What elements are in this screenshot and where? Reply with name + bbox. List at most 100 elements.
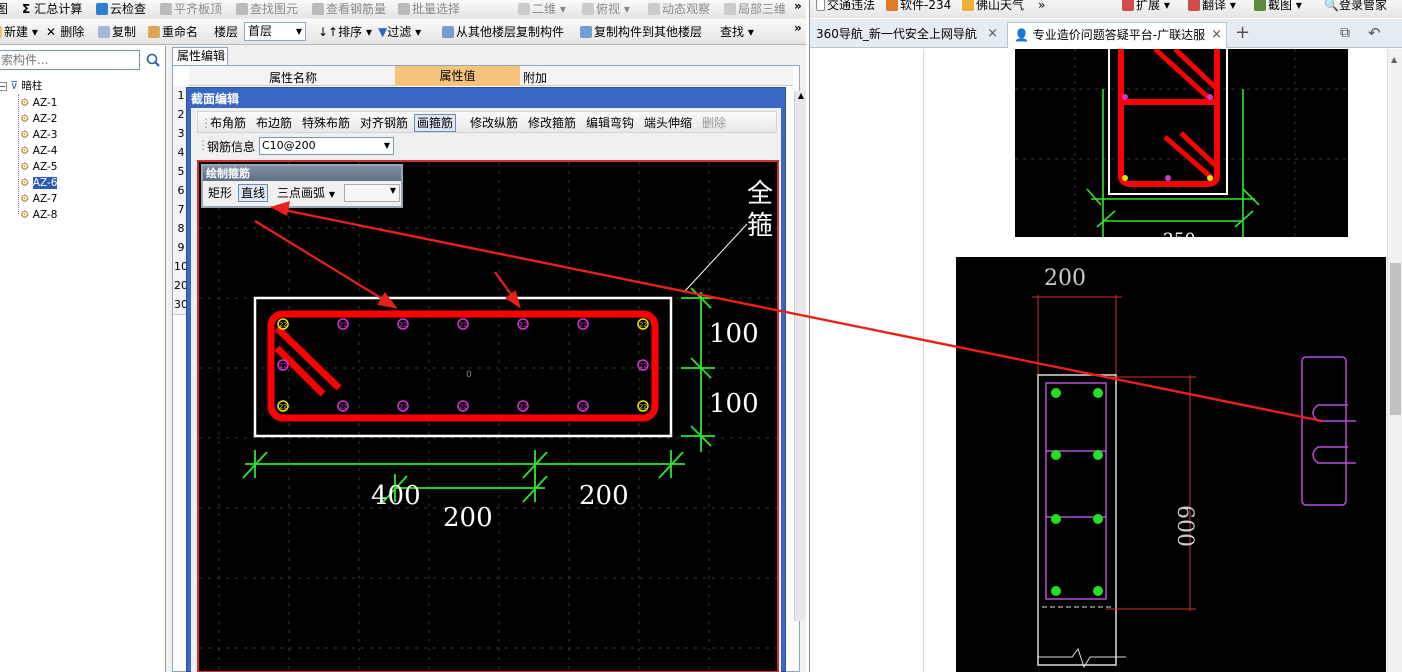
screenshot-button[interactable]: 截图 ▾ xyxy=(1254,0,1302,14)
arc-param-select[interactable]: ▼ xyxy=(344,184,400,202)
top-view-button[interactable]: 俯视 ▾ xyxy=(582,0,630,18)
close-icon[interactable]: × xyxy=(1207,23,1222,47)
tab-glodon-qa[interactable]: 👤 专业造价问题答疑平台-广联达服 × xyxy=(1007,22,1227,48)
tree-item-az-1[interactable]: ⚙ AZ-1 xyxy=(20,96,57,110)
cloud-check-button[interactable]: 云检查 xyxy=(96,0,146,18)
find-element-button[interactable]: 查找图元 xyxy=(236,0,298,18)
rebar-point-mark: 22 xyxy=(460,322,468,329)
more-favorites-icon[interactable]: » xyxy=(1038,0,1045,14)
summary-calc-button[interactable]: Σ 汇总计算 xyxy=(22,0,82,18)
three-point-arc-button[interactable]: 三点画弧 ▼ xyxy=(277,185,335,203)
image-2-drawing: 200 600 xyxy=(1032,266,1356,669)
find-button[interactable]: 查找 ▾ xyxy=(720,23,754,41)
3d-icon xyxy=(724,3,736,15)
image-2-dim-top: 200 xyxy=(1044,266,1086,291)
property-scrollbar[interactable]: ▲ xyxy=(794,91,806,621)
new-tab-icon[interactable]: + xyxy=(1235,22,1250,43)
2d-icon xyxy=(518,3,530,15)
new-button[interactable]: 新建 ▾ xyxy=(0,23,38,41)
special-rebar-button[interactable]: 特殊布筋 xyxy=(302,115,350,131)
sigma-icon: Σ xyxy=(22,2,35,16)
scroll-up-icon[interactable]: ▲ xyxy=(1391,55,1397,64)
section-edit-dialog: 截面编辑 ⋮ 布角筋 布边筋 特殊布筋 对齐钢筋 画箍筋 修改纵筋 修改箍筋 编… xyxy=(186,87,786,672)
copy-to-floor-button[interactable]: 复制构件到其他楼层 xyxy=(580,23,702,41)
corner-rebar-button[interactable]: 布角筋 xyxy=(210,115,246,131)
component-icon: ⚙ xyxy=(20,129,33,141)
dynamic-view-button[interactable]: 动态观察 xyxy=(648,0,710,18)
tree-guide-line xyxy=(18,94,19,214)
align-rebar-button[interactable]: 对齐钢筋 xyxy=(360,115,408,131)
translate-button[interactable]: 翻译 ▾ xyxy=(1188,0,1236,14)
line-mode-button[interactable]: 直线 xyxy=(238,184,269,202)
fav-weather[interactable]: 佛山天气 xyxy=(962,0,1024,14)
edge-rebar-button[interactable]: 布边筋 xyxy=(256,115,292,131)
answer-image-1: 250 xyxy=(1015,49,1348,237)
annotation-arrows xyxy=(254,220,521,309)
copy-label: 复制 xyxy=(112,25,137,39)
modify-stirrup-button[interactable]: 修改箍筋 xyxy=(528,115,576,131)
rename-button[interactable]: 重命名 xyxy=(148,23,198,41)
2d-button[interactable]: 二维 ▾ xyxy=(518,0,566,18)
page-icon xyxy=(816,0,825,11)
three-point-arc-label: 三点画弧 xyxy=(277,186,326,200)
page-scroll-thumb[interactable] xyxy=(1390,263,1401,415)
chevron-down-icon[interactable]: ▼ xyxy=(384,138,390,154)
sort-button[interactable]: ↓↑排序 ▾ xyxy=(318,23,372,41)
rebar-point-mark: 22 xyxy=(640,363,648,370)
section-drawing[interactable]: 22 22 22 22 22 22 22 22 22 22 22 22 22 22 22 22 0 全 箍 xyxy=(199,162,777,671)
tree-item-label: AZ-1 xyxy=(32,97,58,109)
rebar-info-input[interactable]: C10@200 ▼ xyxy=(259,137,394,155)
tree-item-az-5[interactable]: ⚙ AZ-5 xyxy=(20,160,57,174)
end-extend-button[interactable]: 端头伸缩 xyxy=(644,115,692,131)
extension-button[interactable]: 扩展 ▾ xyxy=(1122,0,1170,14)
delete-button[interactable]: ✕ 删除 xyxy=(46,23,84,41)
tree-item-az-4[interactable]: ⚙ AZ-4 xyxy=(20,144,57,158)
toolbar-overflow-icon[interactable]: » xyxy=(794,0,802,15)
batch-icon xyxy=(398,3,410,15)
tree-root-hidden-column[interactable]: − ⊽ 暗柱 xyxy=(0,79,42,93)
find-label: 查找 xyxy=(720,25,745,39)
restore-tabs-icon[interactable]: ⧉ xyxy=(1340,25,1350,41)
section-canvas[interactable]: 22 22 22 22 22 22 22 22 22 22 22 22 22 22 22 22 0 全 箍 xyxy=(197,160,779,672)
delete-rebar-button[interactable]: 删除 xyxy=(702,115,726,131)
fav-traffic[interactable]: 交通违法 xyxy=(816,0,875,14)
component-search-input[interactable]: 索构件... xyxy=(0,50,140,70)
cloud-check-icon xyxy=(96,3,108,15)
batch-select-button[interactable]: 批量选择 xyxy=(398,0,460,18)
tree-item-label: AZ-3 xyxy=(32,129,58,141)
toolbar-overflow-icon[interactable]: » xyxy=(794,19,802,37)
draw-stirrup-button[interactable]: 画箍筋 xyxy=(414,114,457,132)
copy-from-floor-button[interactable]: 从其他楼层复制构件 xyxy=(442,23,564,41)
close-icon[interactable]: × xyxy=(983,22,998,46)
search-icon[interactable] xyxy=(144,52,162,68)
fav-software[interactable]: 软件-234 xyxy=(886,0,951,14)
local-3d-button[interactable]: 局部三维 xyxy=(724,0,786,18)
rect-mode-button[interactable]: 矩形 xyxy=(208,185,232,201)
translate-icon xyxy=(1188,0,1200,11)
login-button[interactable]: 🔍登录管家 xyxy=(1324,0,1387,14)
edit-hook-button[interactable]: 编辑弯钩 xyxy=(586,115,634,131)
scroll-up-icon[interactable]: ▲ xyxy=(796,91,806,103)
copy-button[interactable]: 复制 xyxy=(98,23,136,41)
tree-item-az-6[interactable]: ⚙ AZ-6 xyxy=(20,176,58,190)
rebar-point-mark: 22 xyxy=(400,322,408,329)
tree-item-az-8[interactable]: ⚙ AZ-8 xyxy=(20,208,57,222)
find-icon xyxy=(236,3,248,15)
tree-item-az-2[interactable]: ⚙ AZ-2 xyxy=(20,112,57,126)
flush-slab-top-button[interactable]: 平齐板顶 xyxy=(160,0,222,18)
tree-item-az-3[interactable]: ⚙ AZ-3 xyxy=(20,128,57,142)
rebar-point-mark: 22 xyxy=(580,404,588,411)
tree-item-az-7[interactable]: ⚙ AZ-7 xyxy=(20,192,57,206)
dialog-body: ⋮ 布角筋 布边筋 特殊布筋 对齐钢筋 画箍筋 修改纵筋 修改箍筋 编辑弯钩 端… xyxy=(191,108,781,672)
component-icon: ⚙ xyxy=(20,177,33,189)
filter-button[interactable]: ▼过滤 ▾ xyxy=(378,23,421,41)
modify-longitudinal-button[interactable]: 修改纵筋 xyxy=(470,115,518,131)
undo-close-icon[interactable]: ↶ xyxy=(1368,24,1381,42)
fav-software-label: 软件-234 xyxy=(900,0,952,12)
view-rebar-qty-button[interactable]: 查看钢筋量 xyxy=(312,0,386,18)
partial-icon: 图 xyxy=(0,2,9,16)
tab-property-edit[interactable]: 属性编辑 xyxy=(172,47,228,65)
tab-360-nav[interactable]: 360导航_新一代安全上网导航 × xyxy=(810,22,1002,48)
property-grid-header: 属性名称 属性值 附加 xyxy=(189,66,793,86)
floor-select[interactable]: 首层 ▼ xyxy=(244,22,306,41)
